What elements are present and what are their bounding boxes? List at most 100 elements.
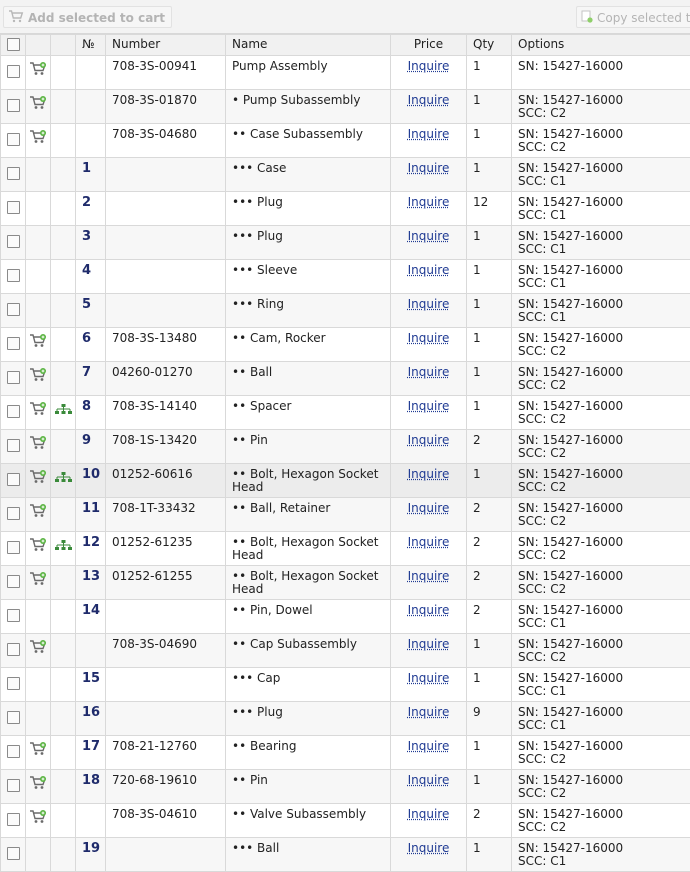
row-checkbox[interactable]	[7, 269, 20, 282]
inquire-link[interactable]: Inquire	[408, 637, 450, 651]
part-number: 708-3S-00941	[106, 56, 226, 90]
inquire-link[interactable]: Inquire	[408, 263, 450, 277]
table-row[interactable]: 3••• PlugInquire1SN: 15427-16000SCC: C1	[1, 226, 690, 260]
table-row[interactable]: 14•• Pin, DowelInquire2SN: 15427-16000SC…	[1, 600, 690, 634]
row-checkbox[interactable]	[7, 65, 20, 78]
table-row[interactable]: 4••• SleeveInquire1SN: 15427-16000SCC: C…	[1, 260, 690, 294]
row-checkbox[interactable]	[7, 677, 20, 690]
select-all-checkbox[interactable]	[7, 38, 20, 51]
inquire-link[interactable]: Inquire	[408, 93, 450, 107]
add-to-cart-icon[interactable]	[29, 503, 47, 521]
hierarchy-icon[interactable]	[55, 472, 72, 486]
tree-cell	[51, 566, 76, 600]
inquire-link[interactable]: Inquire	[408, 705, 450, 719]
inquire-link[interactable]: Inquire	[408, 195, 450, 209]
price-cell: Inquire	[391, 362, 467, 396]
row-checkbox[interactable]	[7, 99, 20, 112]
row-checkbox[interactable]	[7, 337, 20, 350]
table-row[interactable]: 17708-21-12760•• BearingInquire1SN: 1542…	[1, 736, 690, 770]
options-cell: SN: 15427-16000SCC: C2	[512, 464, 690, 498]
inquire-link[interactable]: Inquire	[408, 467, 450, 481]
add-to-cart-icon[interactable]	[29, 809, 47, 827]
table-row[interactable]: 19••• BallInquire1SN: 15427-16000SCC: C1	[1, 838, 690, 872]
table-row[interactable]: 11708-1T-33432•• Ball, RetainerInquire2S…	[1, 498, 690, 532]
add-to-cart-icon[interactable]	[29, 571, 47, 589]
inquire-link[interactable]: Inquire	[408, 603, 450, 617]
add-to-cart-icon[interactable]	[29, 435, 47, 453]
add-to-cart-icon[interactable]	[29, 61, 47, 79]
add-to-cart-icon[interactable]	[29, 741, 47, 759]
table-row[interactable]: 1201252-61235•• Bolt, Hexagon Socket Hea…	[1, 532, 690, 566]
add-selected-to-cart-button[interactable]: Add selected to cart	[3, 6, 172, 28]
inquire-link[interactable]: Inquire	[408, 365, 450, 379]
inquire-link[interactable]: Inquire	[408, 569, 450, 583]
inquire-link[interactable]: Inquire	[408, 399, 450, 413]
table-row[interactable]: 8708-3S-14140•• SpacerInquire1SN: 15427-…	[1, 396, 690, 430]
inquire-link[interactable]: Inquire	[408, 807, 450, 821]
inquire-link[interactable]: Inquire	[408, 331, 450, 345]
row-checkbox[interactable]	[7, 473, 20, 486]
row-checkbox[interactable]	[7, 167, 20, 180]
table-row[interactable]: 708-3S-04610•• Valve SubassemblyInquire2…	[1, 804, 690, 838]
inquire-link[interactable]: Inquire	[408, 671, 450, 685]
row-checkbox[interactable]	[7, 439, 20, 452]
row-checkbox[interactable]	[7, 847, 20, 860]
item-no: 15	[76, 668, 106, 702]
table-row[interactable]: 708-3S-00941Pump AssemblyInquire1SN: 154…	[1, 56, 690, 90]
row-checkbox[interactable]	[7, 711, 20, 724]
table-row[interactable]: 15••• CapInquire1SN: 15427-16000SCC: C1	[1, 668, 690, 702]
table-row[interactable]: 708-3S-01870• Pump SubassemblyInquire1SN…	[1, 90, 690, 124]
qty: 12	[467, 192, 512, 226]
row-checkbox[interactable]	[7, 303, 20, 316]
table-row[interactable]: 1301252-61255•• Bolt, Hexagon Socket Hea…	[1, 566, 690, 600]
add-to-cart-icon[interactable]	[29, 537, 47, 555]
table-row[interactable]: 6708-3S-13480•• Cam, RockerInquire1SN: 1…	[1, 328, 690, 362]
inquire-link[interactable]: Inquire	[408, 433, 450, 447]
row-checkbox[interactable]	[7, 575, 20, 588]
table-row[interactable]: 5••• RingInquire1SN: 15427-16000SCC: C1	[1, 294, 690, 328]
row-checkbox[interactable]	[7, 201, 20, 214]
table-row[interactable]: 9708-1S-13420•• PinInquire2SN: 15427-160…	[1, 430, 690, 464]
inquire-link[interactable]: Inquire	[408, 773, 450, 787]
add-to-cart-icon[interactable]	[29, 367, 47, 385]
row-checkbox[interactable]	[7, 133, 20, 146]
add-to-cart-icon[interactable]	[29, 639, 47, 657]
add-to-cart-icon[interactable]	[29, 129, 47, 147]
add-to-cart-icon[interactable]	[29, 401, 47, 419]
row-checkbox[interactable]	[7, 405, 20, 418]
options-cell: SN: 15427-16000SCC: C2	[512, 430, 690, 464]
table-row[interactable]: 16••• PlugInquire9SN: 15427-16000SCC: C1	[1, 702, 690, 736]
table-row[interactable]: 704260-01270•• BallInquire1SN: 15427-160…	[1, 362, 690, 396]
add-to-cart-icon[interactable]	[29, 333, 47, 351]
inquire-link[interactable]: Inquire	[408, 59, 450, 73]
add-to-cart-icon[interactable]	[29, 95, 47, 113]
inquire-link[interactable]: Inquire	[408, 127, 450, 141]
hierarchy-icon[interactable]	[55, 404, 72, 418]
add-to-cart-icon[interactable]	[29, 775, 47, 793]
inquire-link[interactable]: Inquire	[408, 739, 450, 753]
row-checkbox[interactable]	[7, 541, 20, 554]
inquire-link[interactable]: Inquire	[408, 297, 450, 311]
row-checkbox[interactable]	[7, 745, 20, 758]
row-checkbox[interactable]	[7, 235, 20, 248]
table-row[interactable]: 1••• CaseInquire1SN: 15427-16000SCC: C1	[1, 158, 690, 192]
row-checkbox[interactable]	[7, 609, 20, 622]
row-checkbox[interactable]	[7, 507, 20, 520]
inquire-link[interactable]: Inquire	[408, 501, 450, 515]
table-row[interactable]: 1001252-60616•• Bolt, Hexagon Socket Hea…	[1, 464, 690, 498]
inquire-link[interactable]: Inquire	[408, 161, 450, 175]
table-row[interactable]: 708-3S-04680•• Case SubassemblyInquire1S…	[1, 124, 690, 158]
hierarchy-icon[interactable]	[55, 540, 72, 554]
inquire-link[interactable]: Inquire	[408, 535, 450, 549]
row-checkbox[interactable]	[7, 371, 20, 384]
inquire-link[interactable]: Inquire	[408, 229, 450, 243]
table-row[interactable]: 18720-68-19610•• PinInquire1SN: 15427-16…	[1, 770, 690, 804]
table-row[interactable]: 2••• PlugInquire12SN: 15427-16000SCC: C1	[1, 192, 690, 226]
row-checkbox[interactable]	[7, 779, 20, 792]
row-checkbox[interactable]	[7, 643, 20, 656]
copy-selected-button[interactable]: Copy selected to	[576, 6, 690, 28]
row-checkbox[interactable]	[7, 813, 20, 826]
table-row[interactable]: 708-3S-04690•• Cap SubassemblyInquire1SN…	[1, 634, 690, 668]
add-to-cart-icon[interactable]	[29, 469, 47, 487]
inquire-link[interactable]: Inquire	[408, 841, 450, 855]
